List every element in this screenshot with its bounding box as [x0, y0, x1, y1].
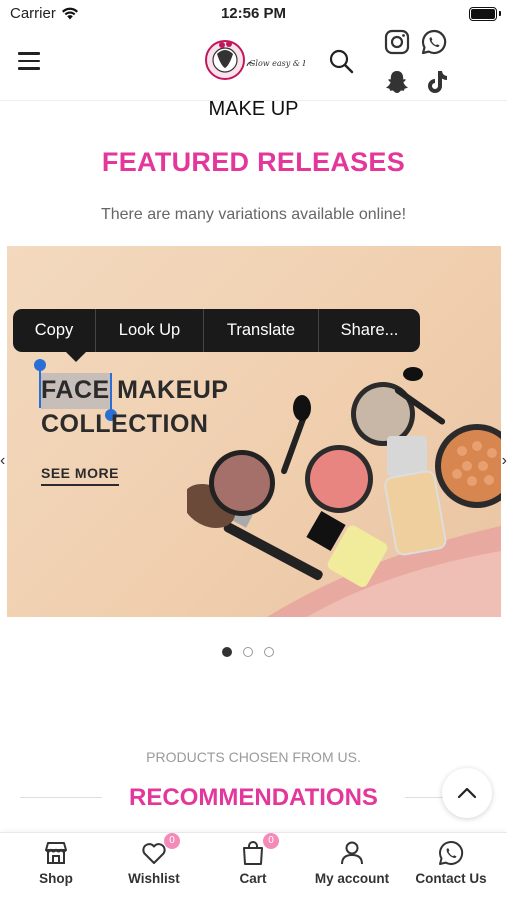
nav-shop-label: Shop — [39, 871, 73, 886]
nav-my-account-label: My account — [314, 871, 390, 886]
app-header: Glow easy & Beauty — [0, 28, 507, 101]
carousel-dots — [222, 647, 274, 657]
carousel-next-arrow[interactable]: › — [502, 452, 507, 470]
see-more-link[interactable]: SEE MORE — [41, 465, 119, 486]
recommendations-title: RECOMMENDATIONS — [129, 784, 378, 811]
banner-title-line2: COLLECTION — [41, 410, 209, 438]
snapchat-icon[interactable] — [383, 68, 411, 96]
whatsapp-icon[interactable] — [420, 28, 448, 56]
instagram-icon[interactable] — [383, 28, 411, 56]
scroll-to-top-button[interactable] — [442, 768, 492, 818]
bottom-nav: Shop 0 Wishlist 0 Cart My account Contac… — [0, 832, 507, 901]
makeup-products-image — [187, 367, 501, 617]
wishlist-count-badge: 0 — [164, 833, 180, 849]
carousel-prev-arrow[interactable]: ‹ — [0, 452, 5, 470]
shop-icon — [45, 842, 67, 864]
featured-subtitle: There are many variations available onli… — [100, 206, 407, 223]
context-look-up[interactable]: Look Up — [96, 309, 204, 352]
nav-wishlist-label: Wishlist — [128, 871, 180, 886]
nav-contact-us-label: Contact Us — [415, 871, 487, 886]
whatsapp-icon — [439, 840, 464, 865]
context-copy[interactable]: Copy — [13, 309, 96, 352]
banner-title-line1: FACE MAKEUP — [41, 376, 228, 405]
nav-cart-label: Cart — [239, 871, 267, 886]
featured-title: FEATURED RELEASES — [101, 147, 406, 177]
nav-contact-us[interactable]: Contact Us — [401, 839, 501, 886]
carousel-dot-3[interactable] — [264, 647, 274, 657]
cart-count-badge: 0 — [263, 833, 279, 849]
recommendations-kicker: PRODUCTS CHOSEN FROM US. — [146, 749, 361, 765]
clock: 12:56 PM — [220, 5, 287, 22]
context-translate[interactable]: Translate — [204, 309, 319, 352]
tiktok-icon[interactable] — [423, 68, 451, 96]
hero-banner[interactable]: FACE MAKEUP COLLECTION SEE MORE — [7, 246, 501, 617]
text-context-menu: Copy Look Up Translate Share... — [13, 309, 420, 352]
chevron-up-icon — [457, 787, 477, 799]
banner-title-word-face: FACE — [41, 376, 110, 404]
context-menu-pointer — [66, 352, 86, 362]
user-icon — [341, 841, 363, 865]
nav-wishlist[interactable]: 0 Wishlist — [104, 833, 204, 886]
menu-icon[interactable] — [18, 52, 40, 70]
carousel-dot-1[interactable] — [222, 647, 232, 657]
nav-shop[interactable]: Shop — [6, 839, 106, 886]
banner-title-word-makeup: MAKEUP — [117, 376, 229, 404]
battery-icon — [469, 7, 497, 21]
context-share[interactable]: Share... — [319, 309, 420, 352]
nav-cart[interactable]: 0 Cart — [203, 833, 303, 886]
brand-logo[interactable]: Glow easy & Beauty — [203, 36, 331, 86]
category-heading: MAKE UP — [208, 98, 299, 120]
search-icon[interactable] — [328, 48, 354, 74]
status-bar: Carrier 12:56 PM — [0, 0, 507, 28]
svg-text:Glow easy & Beauty: Glow easy & Beauty — [249, 59, 305, 68]
battery-tip — [499, 11, 501, 16]
nav-my-account[interactable]: My account — [302, 839, 402, 886]
carousel-dot-2[interactable] — [243, 647, 253, 657]
